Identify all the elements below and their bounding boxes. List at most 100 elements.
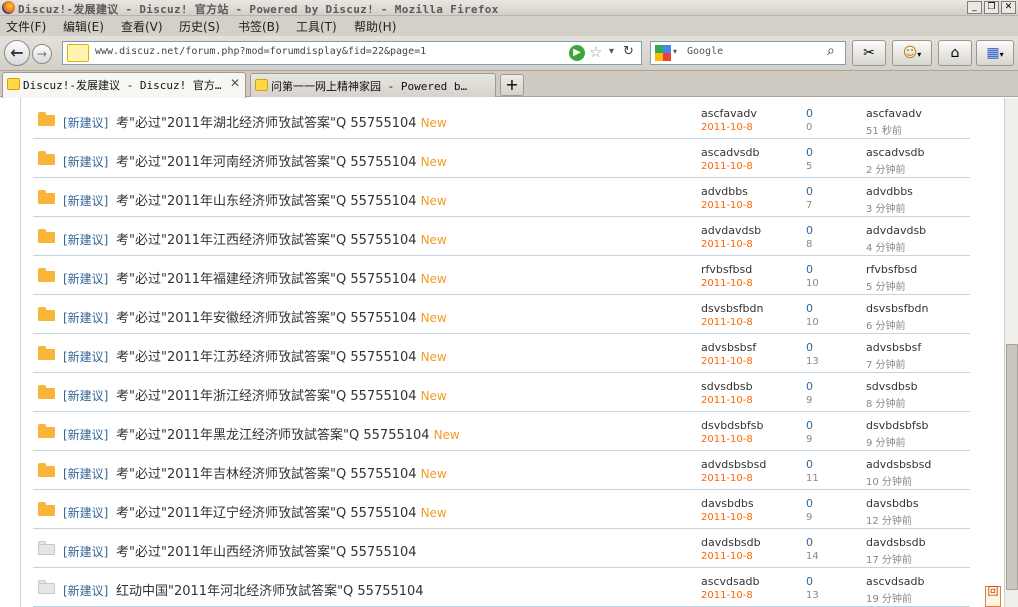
url-dropdown-icon[interactable]: ▾ bbox=[609, 46, 614, 57]
last-post-user[interactable]: dsvbdsbfsb bbox=[866, 419, 929, 432]
last-post-user[interactable]: davsbdbs bbox=[866, 497, 919, 510]
menu-tools[interactable]: 工具(T) bbox=[296, 18, 337, 35]
last-post-time[interactable]: 51 秒前 bbox=[866, 122, 902, 137]
thread-author[interactable]: ascadvsdb bbox=[701, 146, 759, 159]
last-post-time[interactable]: 3 分钟前 bbox=[866, 200, 906, 215]
thread-author[interactable]: advdsbsbsd bbox=[701, 458, 766, 471]
thread-title[interactable]: 考"必过"2011年安徽经济师攷試答案"Q 55755104 New bbox=[116, 307, 447, 326]
last-post-time[interactable]: 10 分钟前 bbox=[866, 473, 912, 488]
last-post-user[interactable]: advsbsbsf bbox=[866, 341, 921, 354]
reply-count[interactable]: 0 bbox=[806, 185, 813, 198]
thread-type-link[interactable]: [新建议] bbox=[63, 231, 108, 248]
new-folder-icon[interactable] bbox=[38, 268, 55, 282]
last-post-user[interactable]: rfvbsfbsd bbox=[866, 263, 917, 276]
thread-type-link[interactable]: [新建议] bbox=[63, 348, 108, 365]
addon-button[interactable]: ☺▾ bbox=[892, 40, 932, 66]
last-post-time[interactable]: 9 分钟前 bbox=[866, 434, 906, 449]
search-bar[interactable]: ▾ Google ⌕ bbox=[650, 41, 846, 65]
tab-close-icon[interactable]: ✕ bbox=[230, 76, 240, 90]
new-tab-button[interactable]: + bbox=[500, 74, 524, 96]
reply-count[interactable]: 0 bbox=[806, 536, 813, 549]
thread-title[interactable]: 考"必过"2011年山西经济师攷試答案"Q 55755104 bbox=[116, 541, 417, 560]
google-engine-icon[interactable] bbox=[655, 45, 671, 61]
new-folder-icon[interactable] bbox=[38, 112, 55, 126]
thread-title[interactable]: 考"必过"2011年江苏经济师攷試答案"Q 55755104 New bbox=[116, 346, 447, 365]
folder-icon[interactable] bbox=[38, 580, 55, 594]
thread-author[interactable]: advsbsbsf bbox=[701, 341, 756, 354]
reply-count[interactable]: 0 bbox=[806, 107, 813, 120]
last-post-user[interactable]: dsvsbsfbdn bbox=[866, 302, 928, 315]
thread-title-link[interactable]: 考"必过"2011年江苏经济师攷試答案"Q 55755104 bbox=[116, 350, 417, 365]
url-bar[interactable]: www.discuz.net/forum.php?mod=forumdispla… bbox=[62, 41, 642, 65]
home-button[interactable]: ⌂ bbox=[938, 40, 972, 66]
last-post-user[interactable]: advdsbsbsd bbox=[866, 458, 931, 471]
thread-title[interactable]: 考"必过"2011年浙江经济师攷試答案"Q 55755104 New bbox=[116, 385, 447, 404]
thread-title[interactable]: 考"必过"2011年河南经济师攷試答案"Q 55755104 New bbox=[116, 151, 447, 170]
thread-author[interactable]: sdvsdbsb bbox=[701, 380, 753, 393]
new-folder-icon[interactable] bbox=[38, 346, 55, 360]
new-folder-icon[interactable] bbox=[38, 424, 55, 438]
reply-count[interactable]: 0 bbox=[806, 575, 813, 588]
thread-title-link[interactable]: 考"必过"2011年江西经济师攷試答案"Q 55755104 bbox=[116, 233, 417, 248]
thread-title-link[interactable]: 考"必过"2011年黑龙江经济师攷試答案"Q 55755104 bbox=[116, 428, 430, 443]
forward-button[interactable]: → bbox=[32, 44, 52, 64]
reply-count[interactable]: 0 bbox=[806, 341, 813, 354]
menu-view[interactable]: 查看(V) bbox=[121, 18, 163, 35]
scissors-tool-button[interactable]: ✂ bbox=[852, 40, 886, 66]
reply-count[interactable]: 0 bbox=[806, 146, 813, 159]
thread-author[interactable]: dsvsbsfbdn bbox=[701, 302, 763, 315]
thread-author[interactable]: davsbdbs bbox=[701, 497, 754, 510]
last-post-time[interactable]: 12 分钟前 bbox=[866, 512, 912, 527]
search-placeholder[interactable]: Google bbox=[687, 46, 723, 57]
last-post-time[interactable]: 19 分钟前 bbox=[866, 590, 912, 605]
new-folder-icon[interactable] bbox=[38, 151, 55, 165]
site-identity-icon[interactable] bbox=[67, 44, 89, 62]
menu-edit[interactable]: 编辑(E) bbox=[63, 18, 104, 35]
folder-icon[interactable] bbox=[38, 541, 55, 555]
thread-title-link[interactable]: 红动中国"2011年河北经济师攷試答案"Q 55755104 bbox=[116, 584, 424, 599]
menu-bookmarks[interactable]: 书签(B) bbox=[238, 18, 280, 35]
thread-title-link[interactable]: 考"必过"2011年安徽经济师攷試答案"Q 55755104 bbox=[116, 311, 417, 326]
last-post-user[interactable]: ascvdsadb bbox=[866, 575, 924, 588]
thread-type-link[interactable]: [新建议] bbox=[63, 387, 108, 404]
thread-title-link[interactable]: 考"必过"2011年福建经济师攷試答案"Q 55755104 bbox=[116, 272, 417, 287]
thread-title[interactable]: 考"必过"2011年江西经济师攷試答案"Q 55755104 New bbox=[116, 229, 447, 248]
new-folder-icon[interactable] bbox=[38, 229, 55, 243]
thread-type-link[interactable]: [新建议] bbox=[63, 543, 108, 560]
last-post-time[interactable]: 17 分钟前 bbox=[866, 551, 912, 566]
new-folder-icon[interactable] bbox=[38, 385, 55, 399]
thread-author[interactable]: ascfavadv bbox=[701, 107, 757, 120]
reply-count[interactable]: 0 bbox=[806, 419, 813, 432]
bookmark-star-icon[interactable]: ☆ bbox=[589, 43, 602, 61]
scrollbar-thumb[interactable] bbox=[1006, 344, 1018, 590]
reply-count[interactable]: 0 bbox=[806, 263, 813, 276]
thread-type-link[interactable]: [新建议] bbox=[63, 270, 108, 287]
new-folder-icon[interactable] bbox=[38, 502, 55, 516]
reload-icon[interactable]: ↻ bbox=[623, 44, 634, 59]
thread-title[interactable]: 考"必过"2011年辽宁经济师攷試答案"Q 55755104 New bbox=[116, 502, 447, 521]
vertical-scrollbar[interactable] bbox=[1004, 98, 1018, 607]
reply-count[interactable]: 0 bbox=[806, 224, 813, 237]
reply-count[interactable]: 0 bbox=[806, 497, 813, 510]
last-post-time[interactable]: 8 分钟前 bbox=[866, 395, 906, 410]
new-folder-icon[interactable] bbox=[38, 463, 55, 477]
reply-count[interactable]: 0 bbox=[806, 302, 813, 315]
thread-type-link[interactable]: [新建议] bbox=[63, 153, 108, 170]
restore-button[interactable]: ❐ bbox=[984, 1, 999, 14]
thread-title[interactable]: 考"必过"2011年吉林经济师攷試答案"Q 55755104 New bbox=[116, 463, 447, 482]
last-post-time[interactable]: 5 分钟前 bbox=[866, 278, 906, 293]
reply-count[interactable]: 0 bbox=[806, 380, 813, 393]
thread-author[interactable]: rfvbsfbsd bbox=[701, 263, 752, 276]
back-to-top-button[interactable]: 回 bbox=[985, 586, 1001, 607]
thread-title[interactable]: 考"必过"2011年山东经济师攷試答案"Q 55755104 New bbox=[116, 190, 447, 209]
tab-wenti[interactable]: 问第一一网上精神家园 - Powered b… bbox=[250, 73, 496, 97]
go-icon[interactable]: ▶ bbox=[569, 45, 585, 61]
thread-type-link[interactable]: [新建议] bbox=[63, 504, 108, 521]
thread-title-link[interactable]: 考"必过"2011年湖北经济师攷試答案"Q 55755104 bbox=[116, 116, 417, 131]
reply-count[interactable]: 0 bbox=[806, 458, 813, 471]
thread-type-link[interactable]: [新建议] bbox=[63, 465, 108, 482]
thread-title-link[interactable]: 考"必过"2011年辽宁经济师攷試答案"Q 55755104 bbox=[116, 506, 417, 521]
grid-menu-button[interactable]: ▦▾ bbox=[976, 40, 1014, 66]
tab-discuz[interactable]: Discuz!-发展建议 - Discuz! 官方… ✕ bbox=[2, 72, 246, 98]
url-text[interactable]: www.discuz.net/forum.php?mod=forumdispla… bbox=[95, 46, 426, 57]
